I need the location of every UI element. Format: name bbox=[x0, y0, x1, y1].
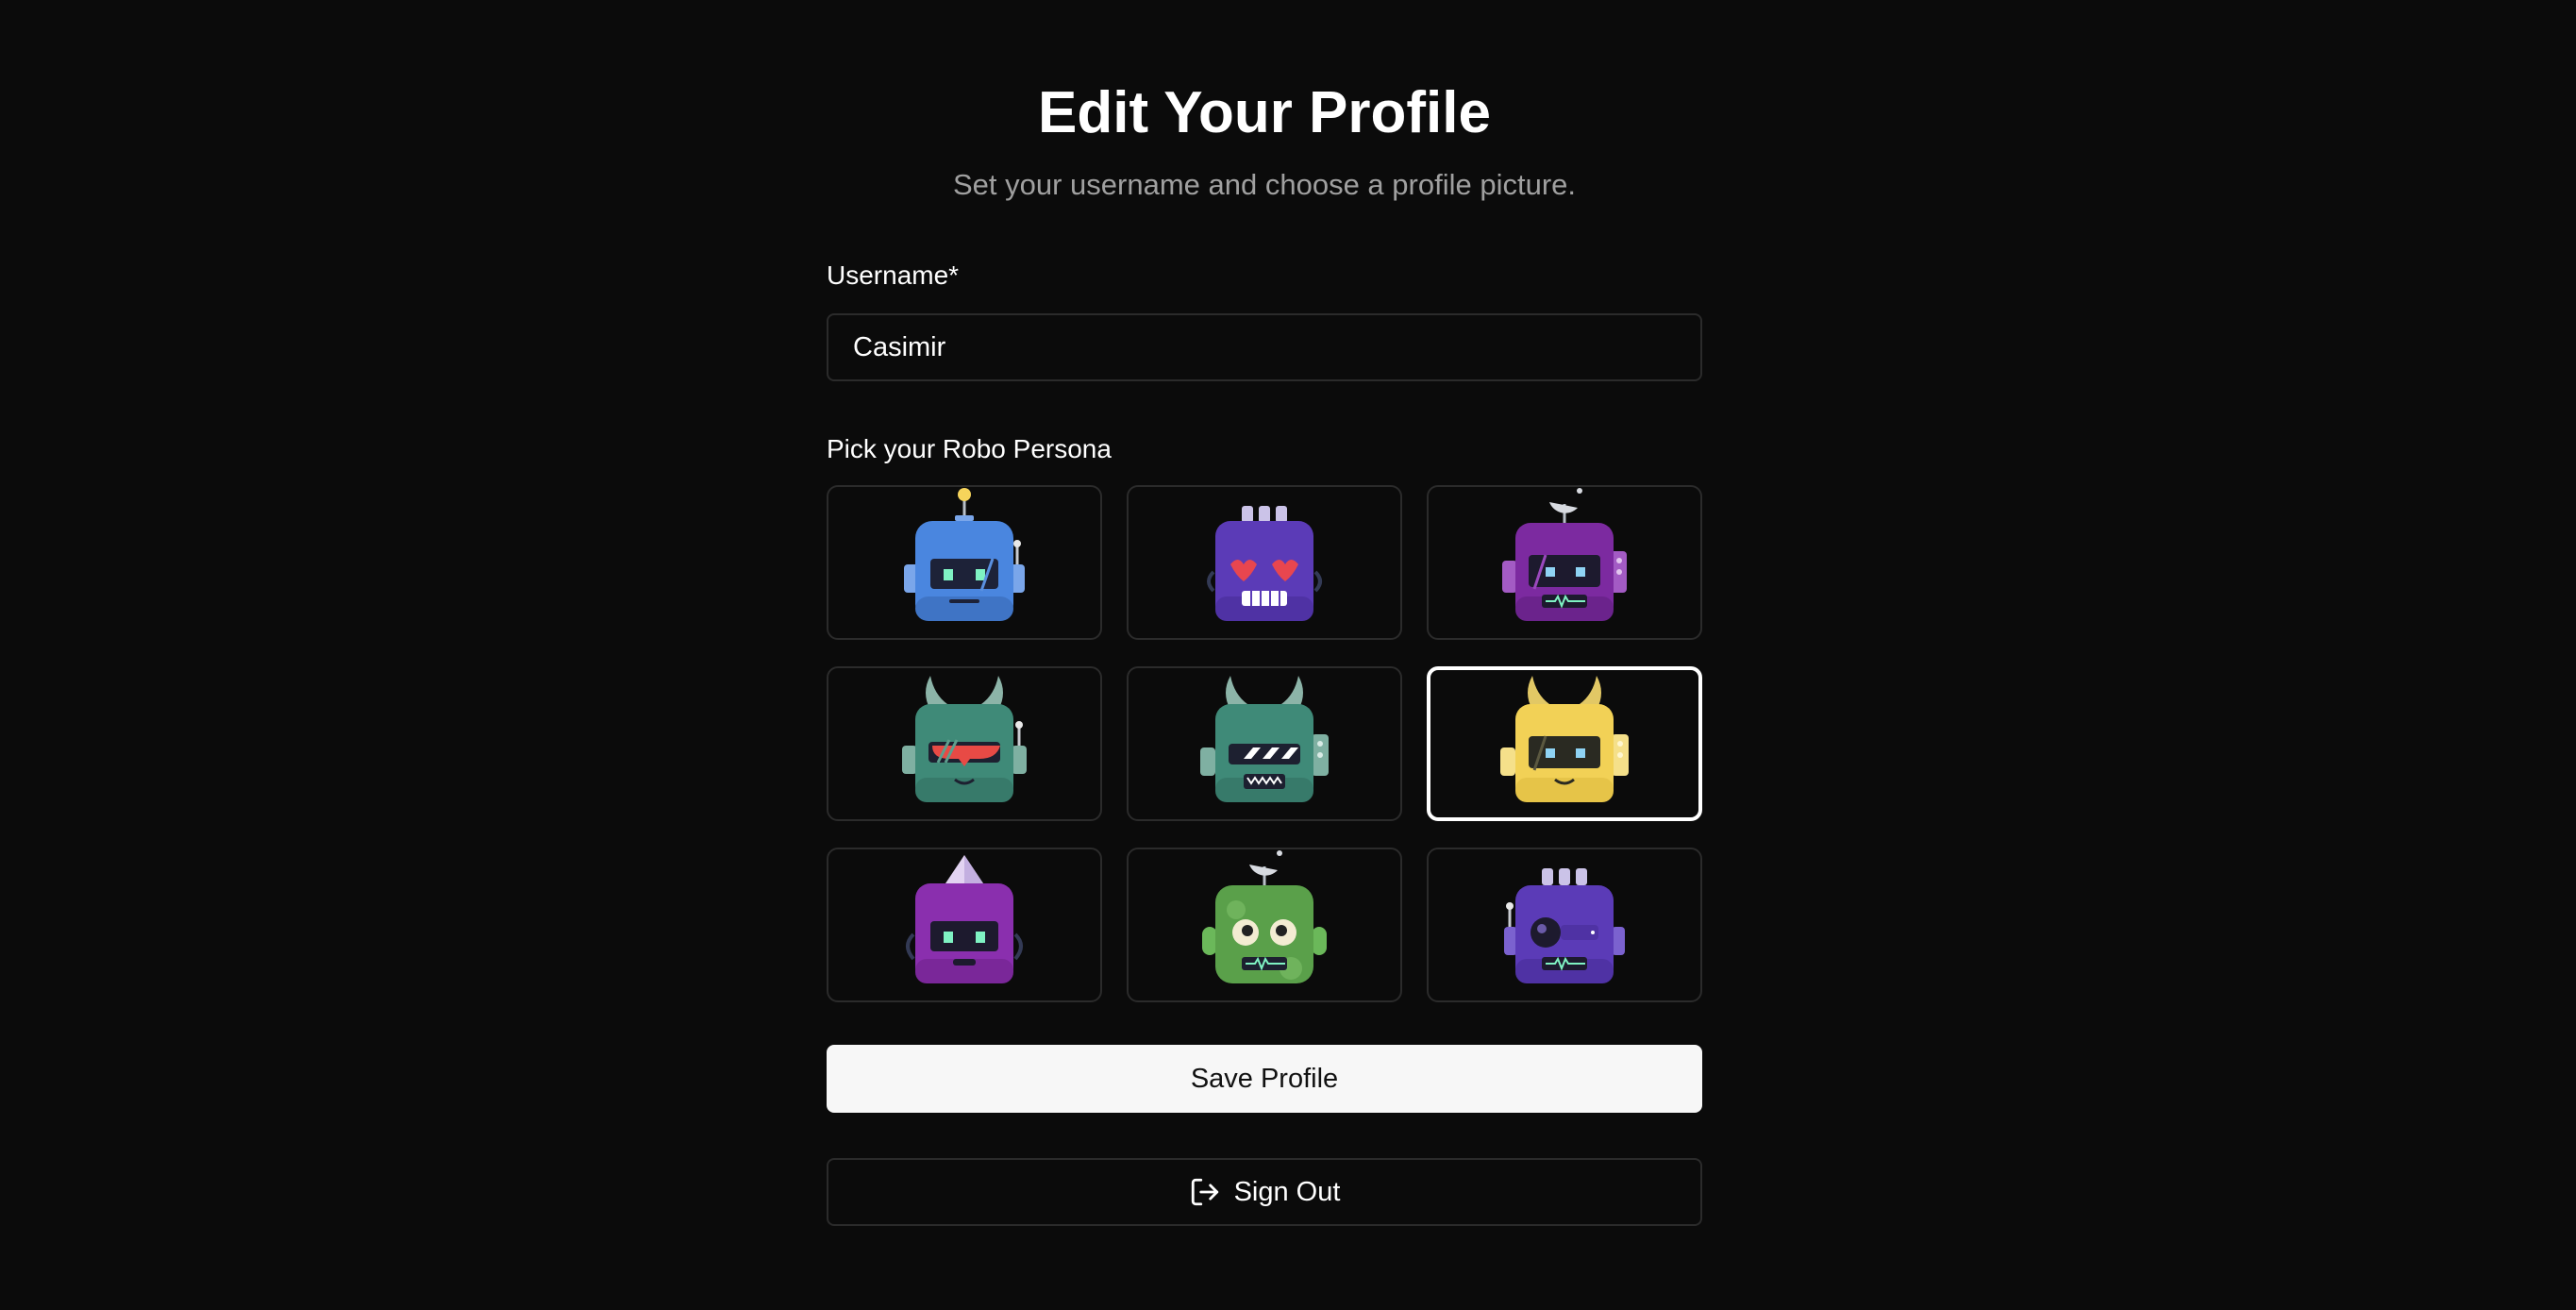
avatar-option-blue-robot[interactable] bbox=[827, 485, 1102, 640]
teal-horned-visor-robot-icon bbox=[902, 676, 1027, 802]
username-input[interactable] bbox=[827, 313, 1702, 381]
save-profile-button[interactable]: Save Profile bbox=[827, 1045, 1702, 1113]
teal-horned-striped-robot-icon bbox=[1200, 676, 1329, 802]
page-title: Edit Your Profile bbox=[1038, 80, 1491, 145]
avatar-option-teal-horned-visor-robot[interactable] bbox=[827, 666, 1102, 821]
logout-icon bbox=[1191, 1178, 1218, 1206]
sign-out-label: Sign Out bbox=[1233, 1176, 1341, 1207]
green-googly-eyes-robot-icon bbox=[1202, 850, 1327, 983]
purple-crystal-robot-icon bbox=[906, 855, 1023, 983]
username-label: Username* bbox=[827, 260, 960, 290]
page-subtitle: Set your username and choose a profile p… bbox=[953, 168, 1576, 201]
magenta-dish-robot-icon bbox=[1502, 488, 1627, 621]
avatar-grid bbox=[827, 485, 1702, 1002]
persona-label: Pick your Robo Persona bbox=[827, 434, 1112, 463]
avatar-option-teal-horned-striped-robot[interactable] bbox=[1127, 666, 1402, 821]
avatar-option-purple-heart-eyes-robot[interactable] bbox=[1127, 485, 1402, 640]
sign-out-button[interactable]: Sign Out bbox=[827, 1158, 1702, 1226]
blue-robot-icon bbox=[904, 488, 1025, 621]
avatar-option-magenta-dish-robot[interactable] bbox=[1427, 485, 1702, 640]
avatar-option-yellow-horned-robot[interactable] bbox=[1427, 666, 1702, 821]
avatar-option-indigo-one-eye-robot[interactable] bbox=[1427, 848, 1702, 1002]
indigo-one-eye-robot-icon bbox=[1504, 868, 1625, 983]
avatar-option-purple-crystal-robot[interactable] bbox=[827, 848, 1102, 1002]
avatar-option-green-googly-eyes-robot[interactable] bbox=[1127, 848, 1402, 1002]
purple-heart-eyes-robot-icon bbox=[1207, 506, 1322, 621]
yellow-horned-robot-icon bbox=[1500, 676, 1629, 802]
